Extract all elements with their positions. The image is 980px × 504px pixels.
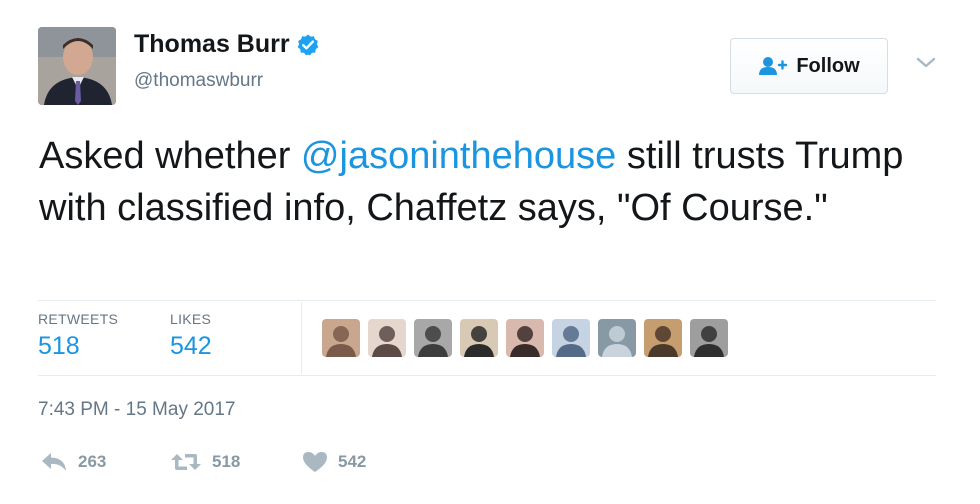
author-name[interactable]: Thomas Burr xyxy=(134,30,290,59)
tweet-text-before: Asked whether xyxy=(39,135,301,177)
likes-stat[interactable]: LIKES 542 xyxy=(170,311,212,361)
author-avatar[interactable] xyxy=(38,27,116,105)
retweets-label: RETWEETS xyxy=(38,311,119,327)
reply-icon xyxy=(42,453,66,471)
heart-icon xyxy=(303,452,327,472)
liker-avatar-4[interactable] xyxy=(460,319,498,357)
stats-top-divider xyxy=(38,300,936,301)
likes-count: 542 xyxy=(170,332,212,360)
tweet-text: Asked whether @jasoninthehouse still tru… xyxy=(39,130,939,234)
likers-avatar-row xyxy=(322,319,736,357)
retweets-count: 518 xyxy=(38,332,80,360)
liker-avatar-3[interactable] xyxy=(414,319,452,357)
tweet-timestamp[interactable]: 7:43 PM - 15 May 2017 xyxy=(38,399,236,421)
reply-button[interactable]: 263 xyxy=(40,451,106,473)
author-name-row: Thomas Burr xyxy=(134,30,320,59)
liker-avatar-2[interactable] xyxy=(368,319,406,357)
likes-label: LIKES xyxy=(170,311,212,327)
verified-badge-icon xyxy=(297,34,318,55)
stats-separator xyxy=(301,302,302,374)
liker-avatar-8[interactable] xyxy=(644,319,682,357)
mention-link[interactable]: @jasoninthehouse xyxy=(301,135,616,177)
follow-button-label: Follow xyxy=(796,54,860,77)
liker-avatar-5[interactable] xyxy=(506,319,544,357)
like-button[interactable]: 542 xyxy=(302,451,366,473)
liker-avatar-7[interactable] xyxy=(598,319,636,357)
reply-count: 263 xyxy=(78,452,107,471)
add-user-icon xyxy=(759,57,788,75)
follow-button[interactable]: Follow xyxy=(730,38,888,94)
like-count: 542 xyxy=(338,452,367,471)
retweet-count: 518 xyxy=(212,452,241,471)
liker-avatar-6[interactable] xyxy=(552,319,590,357)
stats-bottom-divider xyxy=(38,375,936,376)
chevron-down-icon[interactable] xyxy=(914,55,938,71)
author-handle[interactable]: @thomaswburr xyxy=(134,70,263,92)
retweets-stat[interactable]: RETWEETS 518 xyxy=(38,311,118,361)
retweet-icon xyxy=(171,454,201,470)
liker-avatar-9[interactable] xyxy=(690,319,728,357)
retweet-button[interactable]: 518 xyxy=(170,451,240,473)
liker-avatar-1[interactable] xyxy=(322,319,360,357)
